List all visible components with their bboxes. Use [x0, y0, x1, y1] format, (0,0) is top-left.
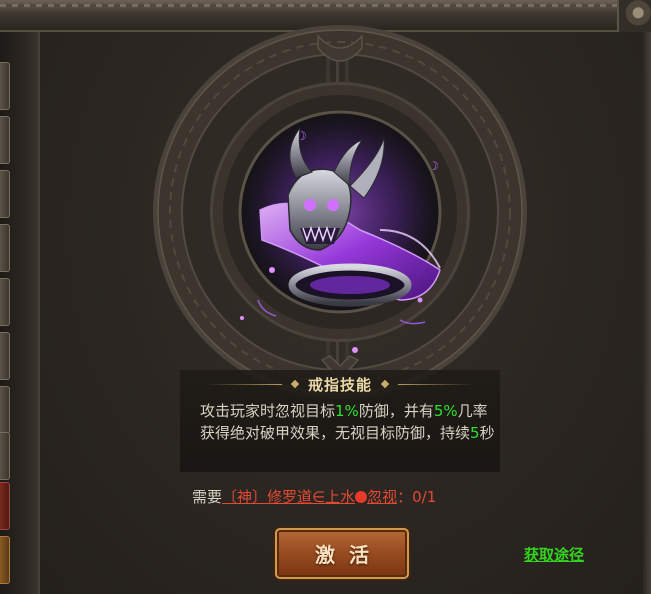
red-dot-icon — [355, 491, 368, 503]
title-divider-right — [398, 383, 473, 385]
skill-title-row: 戒指技能 — [180, 372, 500, 396]
svg-text:☽: ☽ — [428, 159, 439, 173]
svg-text:☽: ☽ — [296, 129, 307, 143]
desc-value-percent-1: 1% — [335, 402, 359, 420]
required-item-name[interactable]: 〔神〕修罗道∈上水 — [222, 488, 355, 506]
skill-title: 戒指技能 — [307, 375, 372, 394]
required-item-suffix[interactable]: 忽视 — [367, 488, 397, 506]
desc-text-1: 攻击玩家时忽视目标 — [200, 402, 336, 420]
skill-description: 攻击玩家时忽视目标1%防御，并有5%几率获得绝对破甲效果，无视目标防御，持续5秒 — [200, 400, 496, 444]
desc-value-duration: 5 — [470, 424, 480, 442]
requirement-prefix: 需要 — [192, 488, 223, 506]
required-item-link[interactable]: 〔神〕修罗道∈上水 忽视 — [222, 488, 397, 506]
desc-text-2: 防御，并有 — [358, 402, 434, 420]
desc-value-percent-2: 5% — [433, 402, 458, 420]
desc-text-4: 秒 — [479, 424, 495, 442]
diamond-icon — [290, 379, 300, 389]
activate-button[interactable]: 激活 — [275, 528, 409, 579]
acquire-source-link[interactable]: 获取途径 — [524, 544, 584, 565]
requirement-progress: ：0/1 — [397, 488, 437, 506]
diamond-icon — [380, 379, 390, 389]
title-divider-left — [206, 383, 282, 385]
requirement-line: 需要〔神〕修罗道∈上水 忽视：0/1 — [192, 486, 512, 507]
